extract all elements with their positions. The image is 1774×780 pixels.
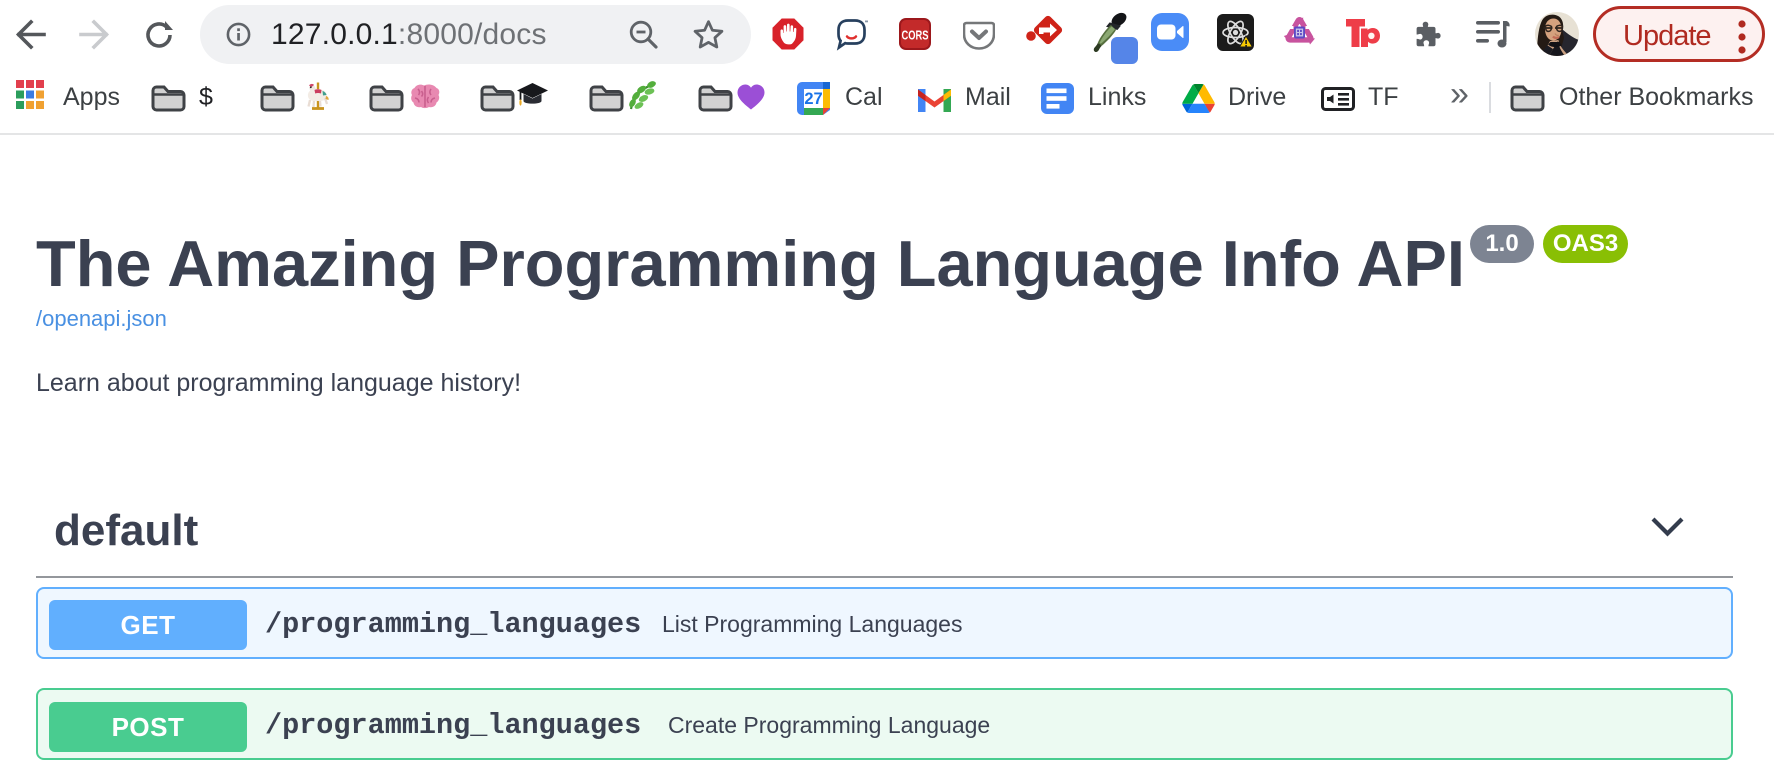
svg-text:27: 27: [804, 90, 822, 108]
svg-text:CORS: CORS: [902, 28, 929, 43]
